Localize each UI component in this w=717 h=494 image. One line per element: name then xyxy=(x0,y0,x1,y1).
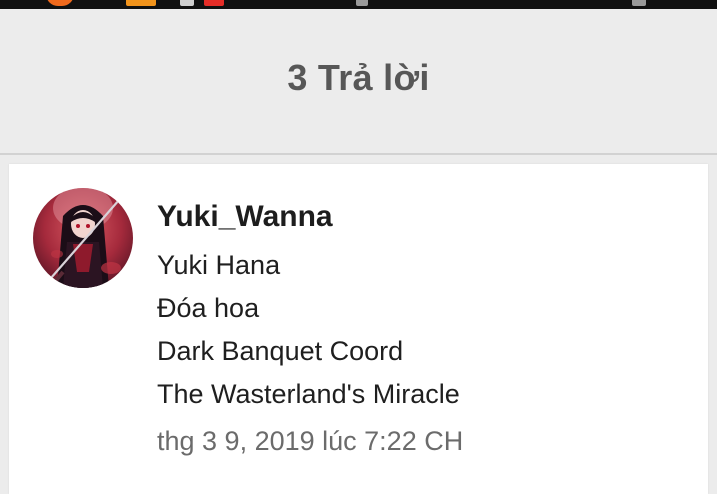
status-bar xyxy=(0,0,717,9)
username-link[interactable]: Yuki_Wanna xyxy=(157,200,333,234)
reply-text-line: Đóa hoa xyxy=(157,293,260,323)
user-avatar-icon[interactable] xyxy=(33,188,133,288)
wifi-icon xyxy=(356,0,368,6)
reply-text-line: Yuki Hana xyxy=(157,250,281,280)
reply-card[interactable]: Yuki_Wanna Yuki Hana Đóa hoa Dark Banque… xyxy=(9,164,708,494)
reply-text-line: Dark Banquet Coord xyxy=(157,336,404,366)
replies-count-title: 3 Trả lời xyxy=(287,57,430,98)
signal-icon xyxy=(126,0,156,6)
battery-icon xyxy=(632,0,646,6)
notification-app-icon xyxy=(46,0,74,6)
youtube-icon xyxy=(204,0,224,6)
reply-text-line: The Wasterland's Miracle xyxy=(157,379,460,409)
replies-header: 3 Trả lời xyxy=(0,9,717,155)
reply-timestamp: thg 3 9, 2019 lúc 7:22 CH xyxy=(157,426,464,456)
notification-icon xyxy=(180,0,194,6)
